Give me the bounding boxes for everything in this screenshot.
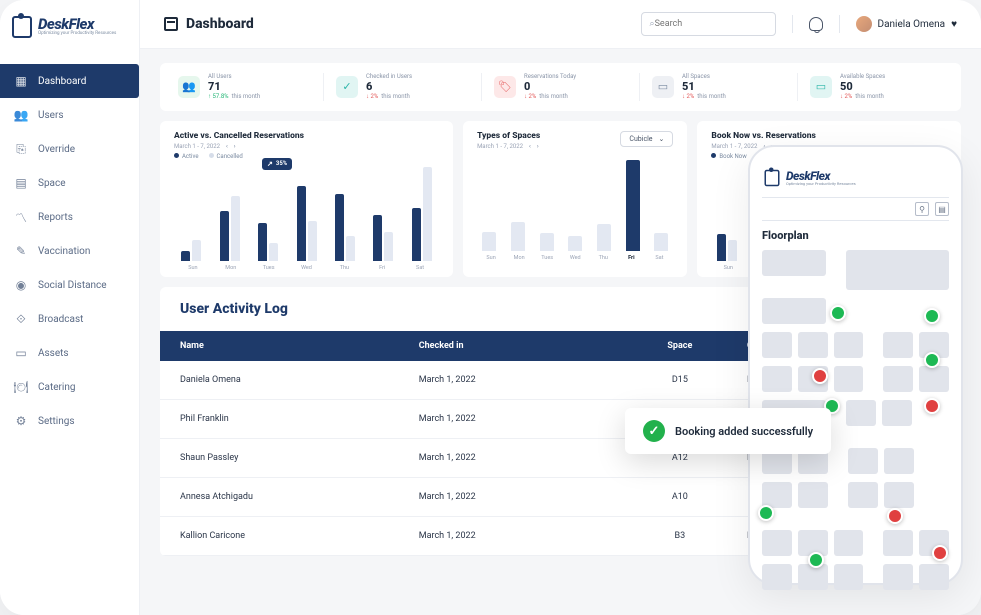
chart-title: Types of Spaces [477, 131, 540, 141]
chart-bars [477, 156, 673, 251]
search-field[interactable] [655, 19, 769, 29]
brand-name: DeskFlex [38, 17, 116, 32]
sidebar-item-label: Vaccination [38, 246, 90, 257]
search-input[interactable]: ⌕ [641, 12, 776, 36]
sidebar-item-social-distance[interactable]: ◉ Social Distance [0, 268, 139, 302]
brand-logo-icon [765, 170, 780, 187]
sidebar-item-assets[interactable]: ▭ Assets [0, 336, 139, 370]
stat-card: ▭All Spaces51↓ 2%this month [640, 73, 798, 101]
sidebar-item-label: Settings [38, 416, 75, 427]
nav: ▦ Dashboard 👥 Users ⎘ Override ▤ Space 〽 Reports ✎… [0, 64, 139, 438]
brand: DeskFlex Optimizing your Productivity Re… [0, 0, 139, 54]
dashboard-icon: ▦ [14, 74, 28, 88]
avatar [856, 16, 872, 32]
dashboard-icon [164, 17, 178, 31]
chevron-right-icon[interactable]: › [537, 143, 539, 150]
stat-icon: ✓ [336, 76, 358, 98]
stat-card: 👥All Users71↑ 57.8%this month [166, 73, 324, 101]
floorplan-marker-available[interactable] [924, 352, 940, 368]
sidebar-item-label: Catering [38, 382, 75, 393]
broadcast-icon: ⟐ [14, 312, 28, 326]
chart-tooltip: 35% [262, 158, 292, 170]
assets-icon: ▭ [14, 346, 28, 360]
sidebar: DeskFlex Optimizing your Productivity Re… [0, 0, 140, 615]
sidebar-item-space[interactable]: ▤ Space [0, 166, 139, 200]
floorplan-marker-occupied[interactable] [887, 508, 903, 524]
override-icon: ⎘ [14, 142, 28, 156]
filter-icon[interactable]: ⚲ [915, 202, 929, 216]
user-menu[interactable]: Daniela Omena ♥ [856, 16, 957, 32]
stats-row: 👥All Users71↑ 57.8%this month✓Checked in… [160, 63, 961, 111]
chevron-down-icon: ⌄ [659, 135, 665, 143]
floorplan-marker-available[interactable] [830, 305, 846, 321]
calendar-icon[interactable]: ▤ [935, 202, 949, 216]
sidebar-item-label: Dashboard [38, 76, 86, 87]
sidebar-item-catering[interactable]: 🍽 Catering [0, 370, 139, 404]
chart-active-cancelled: Active vs. Cancelled Reservations March … [160, 121, 453, 277]
sidebar-item-dashboard[interactable]: ▦ Dashboard [0, 64, 139, 98]
chart-types: Types of Spaces March 1 - 7, 2022‹› Cubi… [463, 121, 687, 277]
sidebar-item-override[interactable]: ⎘ Override [0, 132, 139, 166]
user-name: Daniela Omena [878, 19, 946, 30]
reports-icon: 〽 [14, 210, 28, 224]
sidebar-item-label: Assets [38, 348, 69, 359]
floorplan-marker-occupied[interactable] [924, 398, 940, 414]
bell-icon[interactable] [809, 17, 823, 31]
chart-bars [174, 166, 439, 261]
type-dropdown[interactable]: Cubicle⌄ [620, 131, 673, 147]
sidebar-item-label: Override [38, 144, 75, 155]
floorplan-marker-available[interactable] [808, 552, 824, 568]
brand-logo-icon [12, 16, 32, 38]
floorplan-title: Floorplan [762, 229, 949, 242]
sidebar-item-label: Reports [38, 212, 73, 223]
sidebar-item-broadcast[interactable]: ⟐ Broadcast [0, 302, 139, 336]
floorplan-marker-occupied[interactable] [932, 545, 948, 561]
sidebar-item-label: Broadcast [38, 314, 83, 325]
stat-card: ▭Available Spaces50↓ 2%this month [798, 73, 955, 101]
floorplan-marker-occupied[interactable] [812, 368, 828, 384]
toast-success: ✓ Booking added successfully [625, 408, 831, 454]
space-icon: ▤ [14, 176, 28, 190]
chevron-left-icon[interactable]: ‹ [529, 143, 531, 150]
heart-icon: ♥ [951, 19, 957, 30]
stat-icon: ▭ [810, 76, 832, 98]
stat-card: ✓Checked in Users6↓ 2%this month [324, 73, 482, 101]
stat-icon: ▭ [652, 76, 674, 98]
chevron-left-icon[interactable]: ‹ [226, 143, 228, 150]
stat-icon: 👥 [178, 76, 200, 98]
page-title: Dashboard [186, 16, 254, 32]
settings-icon: ⚙ [14, 414, 28, 428]
sidebar-item-label: Users [38, 110, 64, 121]
sidebar-item-users[interactable]: 👥 Users [0, 98, 139, 132]
chevron-right-icon[interactable]: › [234, 143, 236, 150]
toast-text: Booking added successfully [675, 425, 813, 438]
chart-title: Book Now vs. Reservations [711, 131, 815, 141]
catering-icon: 🍽 [14, 380, 28, 394]
sidebar-item-vaccination[interactable]: ✎ Vaccination [0, 234, 139, 268]
sidebar-item-reports[interactable]: 〽 Reports [0, 200, 139, 234]
floorplan-marker-available[interactable] [924, 308, 940, 324]
sidebar-item-settings[interactable]: ⚙ Settings [0, 404, 139, 438]
stat-icon: 🏷 [494, 76, 516, 98]
sidebar-item-label: Social Distance [38, 280, 107, 291]
phone-preview: DeskFlex Optimizing your Productivity Re… [748, 145, 963, 585]
chart-title: Active vs. Cancelled Reservations [174, 131, 304, 141]
brand-tagline: Optimizing your Productivity Resources [38, 32, 116, 37]
floorplan-marker-available[interactable] [758, 505, 774, 521]
vaccination-icon: ✎ [14, 244, 28, 258]
users-icon: 👥 [14, 108, 28, 122]
social-distance-icon: ◉ [14, 278, 28, 292]
stat-card: 🏷Reservations Today0↓ 2%this month [482, 73, 640, 101]
sidebar-item-label: Space [38, 178, 66, 189]
check-icon: ✓ [643, 420, 665, 442]
topbar: Dashboard ⌕ Daniela Omena ♥ [140, 0, 981, 49]
